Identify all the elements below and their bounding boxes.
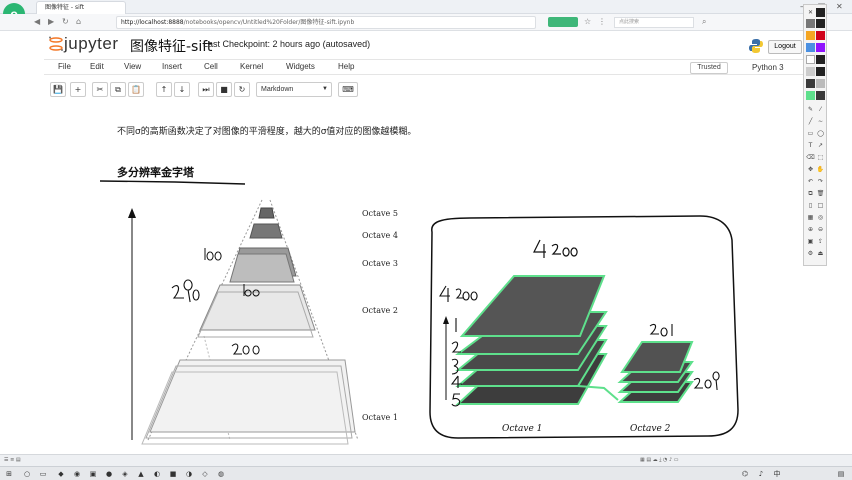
octave-label-2: Octave 2 xyxy=(362,306,398,315)
palette-color-purple[interactable] xyxy=(816,43,825,52)
delete-icon[interactable]: 🗑 xyxy=(816,189,825,198)
zoom-out-icon[interactable]: ⊖ xyxy=(816,225,825,234)
octave5-slab xyxy=(258,207,275,219)
pen-note-400-top xyxy=(533,239,578,258)
pyramid-arrowhead xyxy=(128,208,136,218)
octave-label-5: Octave 5 xyxy=(362,209,398,218)
grid-icon[interactable]: ▦ xyxy=(806,213,815,222)
export-icon[interactable]: ⇪ xyxy=(816,237,825,246)
palette-color-black-4[interactable] xyxy=(816,91,825,100)
rect-tool-icon[interactable]: ▭ xyxy=(806,129,815,138)
tray-volume-icon[interactable]: ♪ xyxy=(756,469,766,479)
palette-color-black-2[interactable] xyxy=(816,55,825,64)
notification-icon[interactable]: ▤ xyxy=(836,469,846,479)
exit-icon[interactable]: ⏏ xyxy=(816,249,825,258)
octave-label-4: Octave 4 xyxy=(362,231,398,240)
pen-note-200-right xyxy=(649,323,673,337)
pen-tool-palette: ✕ ✎ ⁄ ╱ ∼ ▭ ◯ T ↗ ⌫ ⬚ ✥ ✋ ↶ ↷ ⧉ 🗑 ▯ □ ▦ … xyxy=(803,4,827,266)
task-view-icon[interactable]: ▭ xyxy=(38,469,48,479)
copy-page-icon[interactable]: ⧉ xyxy=(806,189,815,198)
ellipse-tool-icon[interactable]: ◯ xyxy=(816,129,825,138)
palette-color-red[interactable] xyxy=(816,31,825,40)
right-figure-label-octave1: Octave 1 xyxy=(502,424,542,434)
tray-ime-icon[interactable]: 中 xyxy=(772,469,782,479)
task-app-4-icon[interactable]: ● xyxy=(104,469,114,479)
task-app-9-icon[interactable]: ◑ xyxy=(184,469,194,479)
octave1-slab xyxy=(149,359,356,433)
page-blank-icon[interactable]: □ xyxy=(816,201,825,210)
heading-underline-stroke xyxy=(99,180,246,185)
browser-status-bar: ☰ ≡ ▤ ▦ ▤ ☁ ⤓ ◔ ♪ ▭ xyxy=(0,454,852,466)
undo-icon[interactable]: ↶ xyxy=(806,177,815,186)
status-left-icons: ☰ ≡ ▤ xyxy=(4,457,21,463)
palette-color-light[interactable] xyxy=(806,67,815,76)
palette-close-icon[interactable]: ✕ xyxy=(806,8,815,17)
eraser-icon[interactable]: ⌫ xyxy=(806,153,815,162)
octave2-layer-1 xyxy=(620,341,694,373)
start-icon[interactable]: ⊞ xyxy=(4,469,14,479)
redo-icon[interactable]: ↷ xyxy=(816,177,825,186)
wave-tool-icon[interactable]: ∼ xyxy=(816,117,825,126)
pyramid-figure: Octave 5 Octave 4 Octave 3 Octave 2 Octa… xyxy=(99,180,739,445)
sigma-arrowhead xyxy=(443,316,449,324)
task-app-10-icon[interactable]: ◇ xyxy=(200,469,210,479)
octave-label-3: Octave 3 xyxy=(362,259,398,268)
task-app-1-icon[interactable]: ◆ xyxy=(56,469,66,479)
pen-note-200-center xyxy=(231,343,260,355)
settings-icon[interactable]: ⚙ xyxy=(806,249,815,258)
palette-color-blue[interactable] xyxy=(806,43,815,52)
pen-note-100 xyxy=(204,248,222,261)
palette-color-dark[interactable] xyxy=(816,19,825,28)
palette-color-orange[interactable] xyxy=(806,31,815,40)
palette-color-black[interactable] xyxy=(816,8,825,17)
camera-icon[interactable]: ◎ xyxy=(816,213,825,222)
pen-tool-icon[interactable]: ✎ xyxy=(806,105,815,114)
task-app-6-icon[interactable]: ▲ xyxy=(136,469,146,479)
select-tool-icon[interactable]: ⬚ xyxy=(816,153,825,162)
palette-color-charcoal[interactable] xyxy=(806,79,815,88)
palette-color-green[interactable] xyxy=(806,91,815,100)
octave1-stack xyxy=(455,275,608,405)
os-taskbar: ⊞ ○ ▭ ◆ ◉ ▣ ● ◈ ▲ ◐ ■ ◑ ◇ ◍ ⌬ ♪ 中 ▤ xyxy=(0,466,852,480)
line-tool-icon[interactable]: ╱ xyxy=(806,117,815,126)
pen-note-400-left xyxy=(439,285,478,302)
palette-color-black-3[interactable] xyxy=(816,67,825,76)
text-tool-icon[interactable]: T xyxy=(806,141,815,150)
task-app-3-icon[interactable]: ▣ xyxy=(88,469,98,479)
hand-tool-icon[interactable]: ✋ xyxy=(816,165,825,174)
pointer-icon[interactable]: ✥ xyxy=(806,165,815,174)
task-app-8-icon[interactable]: ■ xyxy=(168,469,178,479)
octave3-slab-2 xyxy=(229,253,295,283)
task-app-2-icon[interactable]: ◉ xyxy=(72,469,82,479)
task-search-icon[interactable]: ○ xyxy=(22,469,32,479)
page-icon[interactable]: ▯ xyxy=(806,201,815,210)
pen-sigma-numbers xyxy=(450,318,462,407)
pen-note-200-left xyxy=(171,279,200,303)
tray-network-icon[interactable]: ⌬ xyxy=(740,469,750,479)
task-app-7-icon[interactable]: ◐ xyxy=(152,469,162,479)
task-app-11-icon[interactable]: ◍ xyxy=(216,469,226,479)
palette-color-gray[interactable] xyxy=(806,19,815,28)
task-app-5-icon[interactable]: ◈ xyxy=(120,469,130,479)
octave1-layer-1 xyxy=(459,275,606,337)
highlighter-icon[interactable]: ⁄ xyxy=(816,105,825,114)
right-figure-label-octave2: Octave 2 xyxy=(630,424,671,434)
pen-note-200-side xyxy=(693,371,720,391)
status-right-icons: ▦ ▤ ☁ ⤓ ◔ ♪ ▭ xyxy=(640,457,679,463)
palette-color-silver[interactable] xyxy=(816,79,825,88)
palette-color-white[interactable] xyxy=(806,55,815,64)
zoom-in-icon[interactable]: ⊕ xyxy=(806,225,815,234)
octave2-stack xyxy=(617,341,694,403)
save-page-icon[interactable]: ▣ xyxy=(806,237,815,246)
arrow-tool-icon[interactable]: ↗ xyxy=(816,141,825,150)
octave4-slab xyxy=(249,223,283,239)
octave-label-1: Octave 1 xyxy=(362,413,398,422)
